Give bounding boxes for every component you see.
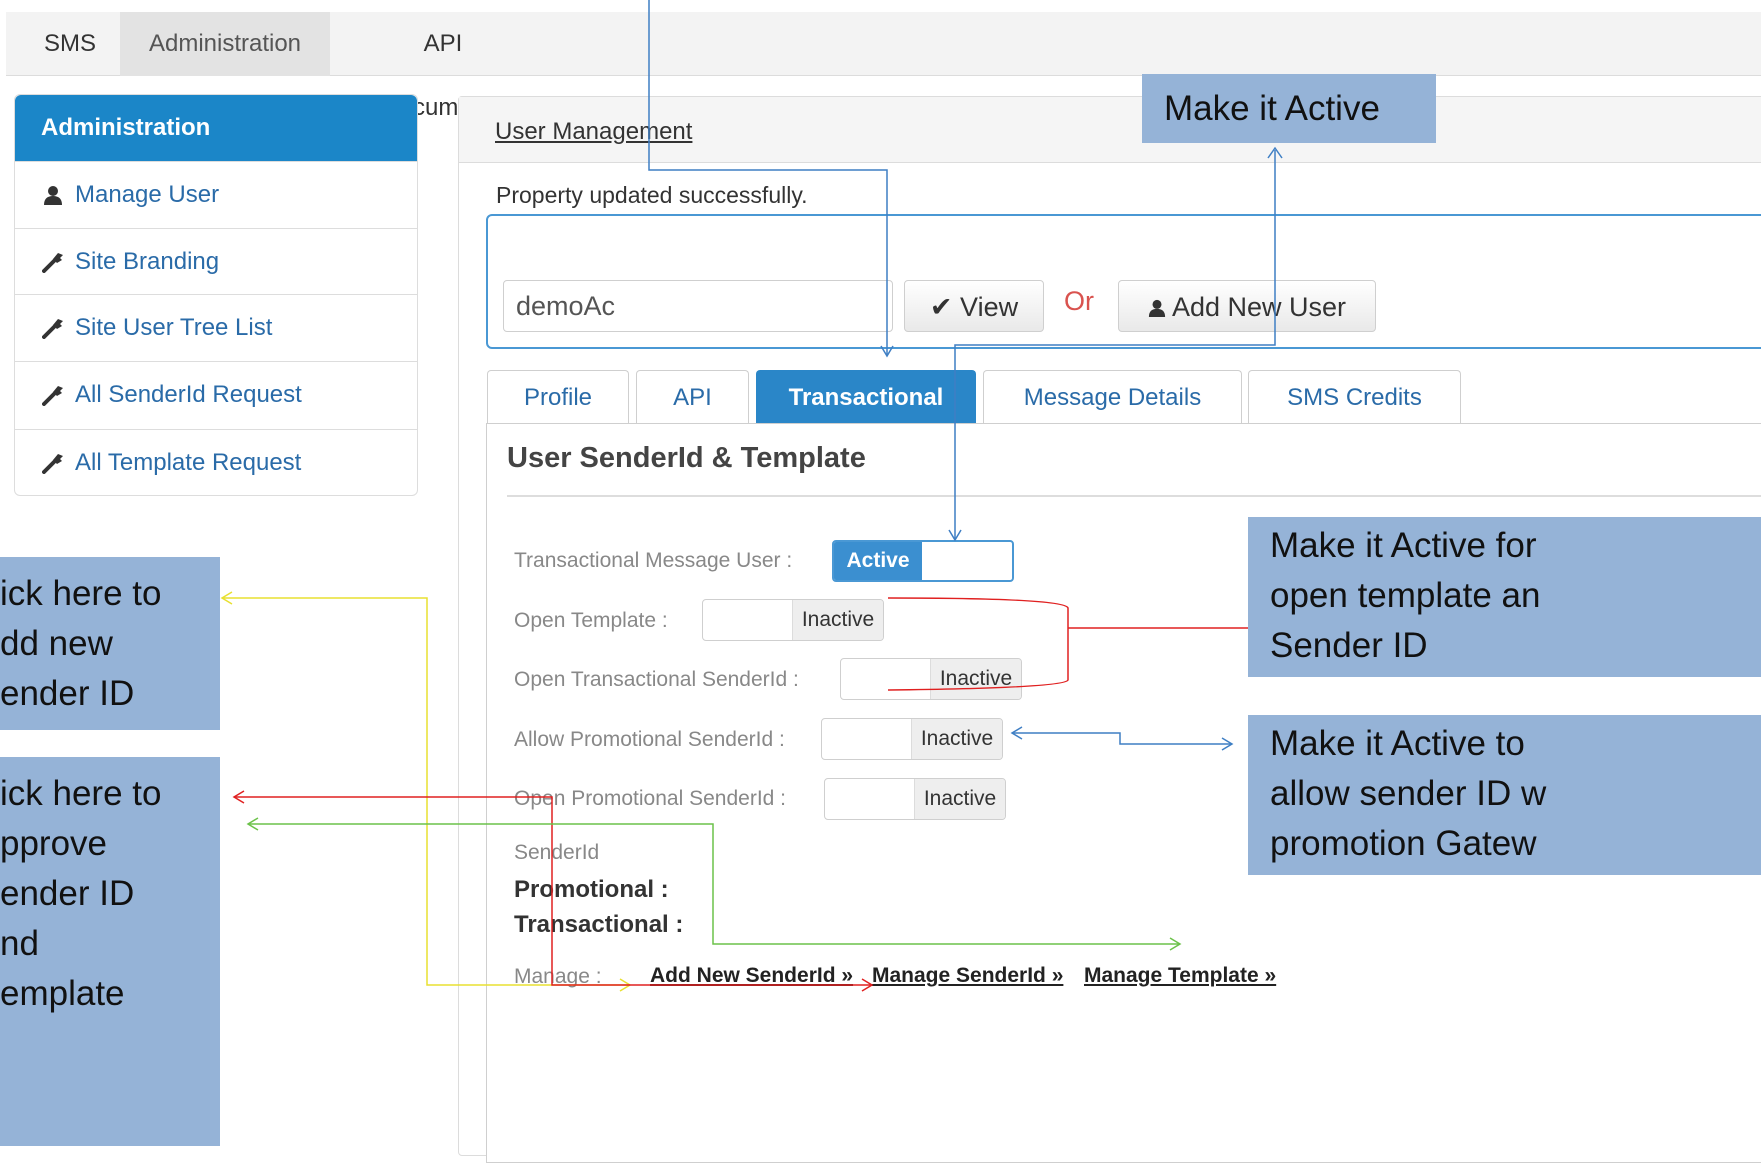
- nav-tab-sms[interactable]: SMS: [24, 12, 110, 76]
- tab-profile[interactable]: Profile: [487, 370, 629, 424]
- wrench-icon: [39, 430, 67, 496]
- callout-approve-senderid-template: ick here to pprove ender ID nd emplate: [0, 757, 220, 1146]
- callout-add-new-senderid: ick here to dd new ender ID: [0, 557, 220, 730]
- nav-tab-api-documents[interactable]: API Documents: [340, 12, 546, 121]
- toggle-state: Inactive: [911, 719, 1002, 759]
- callout-make-active: Make it Active: [1142, 74, 1436, 143]
- toggle-state: Active: [834, 542, 922, 580]
- field-label-allow-promotional-senderid: Allow Promotional SenderId :: [514, 728, 785, 751]
- manage-senderid-link[interactable]: Manage SenderId »: [872, 964, 1063, 988]
- toggle-state: Inactive: [914, 779, 1005, 819]
- top-nav: SMS Administration API Documents: [6, 12, 1761, 121]
- open-promotional-senderid-toggle[interactable]: Inactive: [824, 778, 1006, 820]
- tab-sms-credits[interactable]: SMS Credits: [1248, 370, 1461, 424]
- open-template-toggle[interactable]: Inactive: [702, 599, 884, 641]
- field-label-open-template: Open Template :: [514, 609, 668, 632]
- tab-message-details[interactable]: Message Details: [983, 370, 1242, 424]
- success-message: Property updated successfully.: [496, 182, 808, 208]
- wrench-icon: [39, 229, 67, 295]
- sidebar-item-all-template-request[interactable]: All Template Request: [15, 429, 417, 495]
- sidebar-item-all-senderid-request[interactable]: All SenderId Request: [15, 361, 417, 427]
- tab-transactional[interactable]: Transactional: [756, 370, 976, 424]
- view-button[interactable]: ✔ View: [904, 280, 1044, 332]
- sidebar-item-manage-user[interactable]: Manage User: [15, 161, 417, 227]
- transactional-label: Transactional :: [514, 911, 684, 938]
- transactional-user-toggle[interactable]: Active: [832, 540, 1014, 582]
- tab-api[interactable]: API: [636, 370, 749, 424]
- field-label-open-promotional-senderid: Open Promotional SenderId :: [514, 787, 786, 810]
- sidebar-item-label: Site User Tree List: [75, 314, 273, 341]
- callout-make-active-for-template: Make it Active for open template an Send…: [1248, 517, 1761, 677]
- manage-label: Manage :: [514, 965, 602, 988]
- wrench-icon: [39, 362, 67, 428]
- user-icon: [39, 162, 67, 228]
- promotional-label: Promotional :: [514, 876, 669, 903]
- add-new-senderid-link[interactable]: Add New SenderId »: [650, 964, 853, 988]
- sidebar-item-site-user-tree-list[interactable]: Site User Tree List: [15, 294, 417, 360]
- toggle-state: Inactive: [792, 600, 883, 640]
- manage-template-link[interactable]: Manage Template »: [1084, 964, 1276, 988]
- sidebar-item-label: All Template Request: [75, 449, 302, 476]
- section-title: User SenderId & Template: [507, 442, 866, 474]
- open-transactional-senderid-toggle[interactable]: Inactive: [840, 658, 1022, 700]
- field-label-open-transactional-senderid: Open Transactional SenderId :: [514, 668, 799, 691]
- nav-tab-administration[interactable]: Administration: [120, 12, 330, 76]
- senderid-label: SenderId: [514, 841, 600, 864]
- user-icon: [1148, 292, 1172, 322]
- field-label-transactional-user: Transactional Message User :: [514, 549, 793, 572]
- allow-promotional-senderid-toggle[interactable]: Inactive: [821, 718, 1003, 760]
- check-icon: ✔: [929, 292, 953, 322]
- callout-make-active-allow-senderid: Make it Active to allow sender ID w prom…: [1248, 715, 1761, 875]
- wrench-icon: [39, 295, 67, 361]
- sidebar-item-label: Manage User: [75, 181, 220, 208]
- page-title[interactable]: User Management: [495, 118, 692, 146]
- toggle-state: Inactive: [930, 659, 1021, 699]
- sidebar-item-label: All SenderId Request: [75, 381, 302, 408]
- sidebar: Administration Manage User Site Branding…: [14, 94, 418, 496]
- sidebar-item-label: Site Branding: [75, 248, 220, 275]
- add-new-user-button[interactable]: Add New User: [1118, 280, 1376, 332]
- username-input[interactable]: [503, 280, 893, 332]
- sidebar-title: Administration: [15, 95, 417, 161]
- or-label: Or: [1064, 286, 1094, 316]
- sidebar-item-site-branding[interactable]: Site Branding: [15, 228, 417, 294]
- section-divider: [507, 495, 1761, 497]
